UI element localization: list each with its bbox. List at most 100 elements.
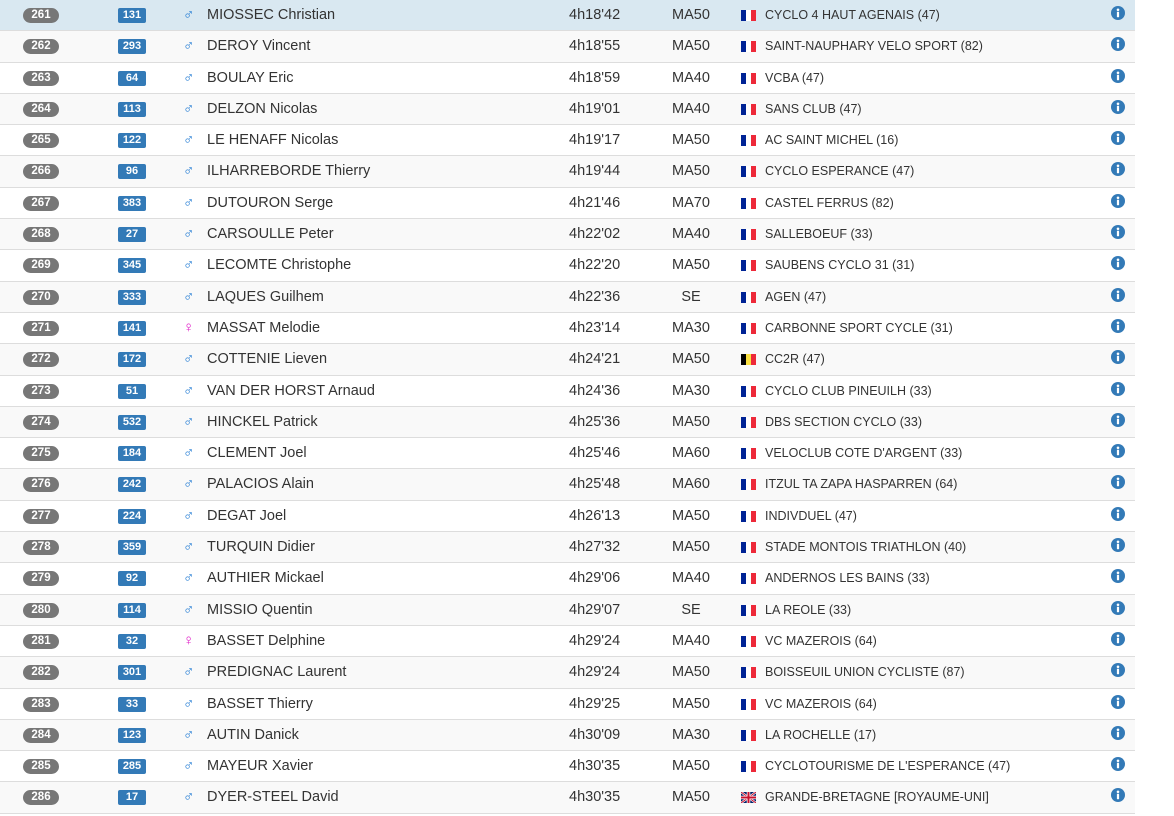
rider-name[interactable]: DEROY Vincent [207, 38, 310, 54]
info-icon[interactable] [1111, 99, 1125, 114]
info-icon[interactable] [1111, 37, 1125, 52]
info-icon[interactable] [1111, 569, 1125, 584]
info-icon[interactable] [1111, 788, 1125, 803]
rider-name[interactable]: LE HENAFF Nicolas [207, 132, 338, 148]
rank-badge: 261 [23, 8, 59, 23]
result-row[interactable]: 273 51 ♂ VAN DER HORST Arnaud 4h24'36 MA… [0, 376, 1135, 407]
result-row[interactable]: 262 293 ♂ DEROY Vincent 4h18'55 MA50 SAI… [0, 31, 1135, 63]
result-row[interactable]: 264 113 ♂ DELZON Nicolas 4h19'01 MA40 SA… [0, 93, 1135, 126]
result-row[interactable]: 276 242 ♂ PALACIOS Alain 4h25'48 MA60 IT… [0, 469, 1135, 501]
rider-name[interactable]: CARSOULLE Peter [207, 226, 334, 242]
bib-badge: 27 [118, 227, 146, 243]
info-icon[interactable] [1111, 193, 1125, 208]
result-row[interactable]: 272 172 ♂ COTTENIE Lieven 4h24'21 MA50 C… [0, 344, 1135, 376]
info-icon[interactable] [1111, 225, 1125, 240]
result-row[interactable]: 284 123 ♂ AUTIN Danick 4h30'09 MA30 LA R… [0, 719, 1135, 752]
rider-name[interactable]: LECOMTE Christophe [207, 257, 351, 273]
info-icon[interactable] [1111, 475, 1125, 490]
rank-badge: 277 [23, 508, 59, 524]
info-icon[interactable] [1111, 6, 1125, 20]
rider-name[interactable]: MIOSSEC Christian [207, 7, 335, 23]
flag-icon [741, 166, 756, 178]
result-row[interactable]: 267 383 ♂ DUTOURON Serge 4h21'46 MA70 CA… [0, 188, 1135, 220]
category: MA40 [672, 100, 710, 117]
finish-time: 4h29'07 [569, 601, 621, 618]
info-icon[interactable] [1111, 256, 1125, 271]
rank-badge: 286 [23, 790, 59, 806]
info-icon[interactable] [1111, 287, 1125, 302]
rider-name[interactable]: DUTOURON Serge [207, 195, 333, 211]
result-row[interactable]: 274 532 ♂ HINCKEL Patrick 4h25'36 MA50 D… [0, 406, 1135, 439]
rider-name[interactable]: DELZON Nicolas [207, 101, 317, 117]
info-icon[interactable] [1111, 318, 1125, 333]
rider-name[interactable]: AUTIN Danick [207, 727, 299, 743]
rider-name[interactable]: TURQUIN Didier [207, 539, 315, 555]
male-icon: ♂ [183, 600, 195, 618]
result-row[interactable]: 280 114 ♂ MISSIO Quentin 4h29'07 SE LA R… [0, 594, 1135, 626]
info-icon[interactable] [1111, 412, 1125, 427]
info-icon[interactable] [1111, 162, 1125, 177]
info-icon[interactable] [1111, 663, 1125, 678]
result-row[interactable]: 271 141 ♀ MASSAT Melodie 4h23'14 MA30 CA… [0, 313, 1135, 345]
finish-time: 4h22'20 [569, 257, 621, 274]
info-icon[interactable] [1111, 381, 1125, 396]
rider-name[interactable]: COTTENIE Lieven [207, 351, 327, 367]
rider-name[interactable]: BASSET Delphine [207, 633, 325, 649]
info-icon[interactable] [1111, 131, 1125, 146]
rider-name[interactable]: BASSET Thierry [207, 696, 313, 712]
info-icon[interactable] [1111, 444, 1125, 459]
info-icon[interactable] [1111, 506, 1125, 521]
result-row[interactable]: 268 27 ♂ CARSOULLE Peter 4h22'02 MA40 SA… [0, 219, 1135, 251]
category: MA50 [672, 7, 710, 23]
rider-name[interactable]: LAQUES Guilhem [207, 289, 324, 305]
rider-name[interactable]: MAYEUR Xavier [207, 758, 313, 774]
result-row[interactable]: 279 92 ♂ AUTHIER Mickael 4h29'06 MA40 AN… [0, 563, 1135, 595]
rider-name[interactable]: MISSIO Quentin [207, 602, 313, 618]
info-icon[interactable] [1111, 538, 1125, 553]
rider-name[interactable]: HINCKEL Patrick [207, 414, 318, 430]
male-icon: ♂ [183, 225, 195, 243]
club-name: CYCLO 4 HAUT AGENAIS (47) [765, 8, 940, 22]
result-row[interactable]: 261 131 ♂ MIOSSEC Christian 4h18'42 MA50… [0, 0, 1135, 32]
result-row[interactable]: 265 122 ♂ LE HENAFF Nicolas 4h19'17 MA50… [0, 125, 1135, 157]
finish-time: 4h29'25 [569, 695, 621, 712]
rank-badge: 282 [23, 665, 59, 681]
rider-name[interactable]: VAN DER HORST Arnaud [207, 383, 375, 399]
result-row[interactable]: 283 33 ♂ BASSET Thierry 4h29'25 MA50 VC … [0, 689, 1135, 720]
rider-name[interactable]: DYER-STEEL David [207, 789, 339, 805]
info-icon[interactable] [1111, 68, 1125, 83]
result-row[interactable]: 269 345 ♂ LECOMTE Christophe 4h22'20 MA5… [0, 250, 1135, 282]
result-row[interactable]: 281 32 ♀ BASSET Delphine 4h29'24 MA40 VC… [0, 626, 1135, 658]
rider-name[interactable]: ILHARREBORDE Thierry [207, 163, 370, 179]
rider-name[interactable]: PALACIOS Alain [207, 476, 314, 492]
rank-badge: 276 [23, 477, 59, 493]
info-icon[interactable] [1111, 600, 1125, 615]
finish-time: 4h29'06 [569, 570, 621, 587]
info-icon[interactable] [1111, 694, 1125, 709]
result-row[interactable]: 286 17 ♂ DYER-STEEL David 4h30'35 MA50 G… [0, 782, 1135, 814]
rider-name[interactable]: CLEMENT Joel [207, 445, 307, 461]
result-row[interactable]: 263 64 ♂ BOULAY Eric 4h18'59 MA40 VCBA (… [0, 63, 1135, 94]
info-icon[interactable] [1111, 631, 1125, 646]
result-row[interactable]: 275 184 ♂ CLEMENT Joel 4h25'46 MA60 VELO… [0, 438, 1135, 470]
result-row[interactable]: 266 96 ♂ ILHARREBORDE Thierry 4h19'44 MA… [0, 156, 1135, 188]
result-row[interactable]: 282 301 ♂ PREDIGNAC Laurent 4h29'24 MA50… [0, 657, 1135, 689]
info-icon[interactable] [1111, 350, 1125, 365]
result-row[interactable]: 277 224 ♂ DEGAT Joel 4h26'13 MA50 INDIVD… [0, 501, 1135, 533]
result-row[interactable]: 285 285 ♂ MAYEUR Xavier 4h30'35 MA50 CYC… [0, 751, 1135, 783]
bib-badge: 293 [118, 39, 146, 55]
info-icon[interactable] [1111, 757, 1125, 772]
result-row[interactable]: 278 359 ♂ TURQUIN Didier 4h27'32 MA50 ST… [0, 532, 1135, 564]
flag-icon [741, 729, 756, 741]
rider-name[interactable]: BOULAY Eric [207, 70, 294, 86]
club-name: SANS CLUB (47) [765, 101, 862, 116]
rider-name[interactable]: PREDIGNAC Laurent [207, 664, 346, 680]
club-name: ITZUL TA ZAPA HASPARREN (64) [765, 477, 958, 492]
result-row[interactable]: 270 333 ♂ LAQUES Guilhem 4h22'36 SE AGEN… [0, 281, 1135, 313]
rider-name[interactable]: MASSAT Melodie [207, 320, 320, 336]
rider-name[interactable]: AUTHIER Mickael [207, 570, 324, 586]
rank-badge: 280 [23, 602, 59, 618]
male-icon: ♂ [183, 412, 195, 430]
rider-name[interactable]: DEGAT Joel [207, 508, 286, 524]
info-icon[interactable] [1111, 725, 1125, 740]
